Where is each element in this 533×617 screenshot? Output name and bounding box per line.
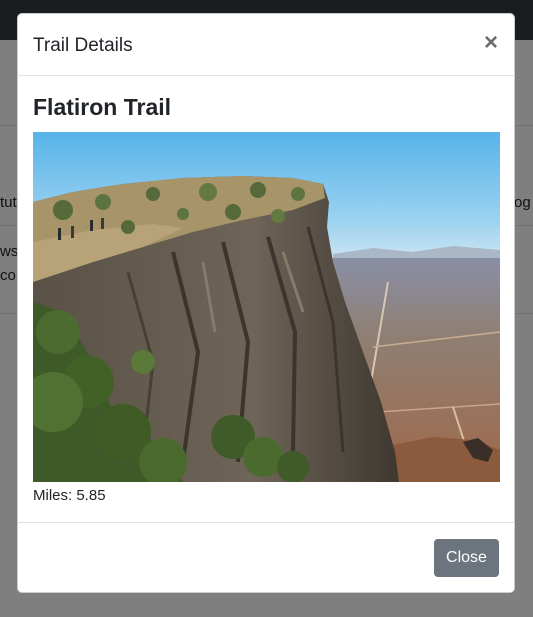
modal-title: Trail Details xyxy=(33,35,133,56)
close-button[interactable]: Close xyxy=(434,539,499,577)
modal-footer: Close xyxy=(18,522,514,592)
close-icon[interactable]: × xyxy=(484,30,498,56)
trail-name: Flatiron Trail xyxy=(33,94,172,120)
modal-header: Trail Details × xyxy=(18,14,514,76)
trail-photo xyxy=(33,132,500,482)
trail-details-modal: Trail Details × Flatiron Trail Miles: 5.… xyxy=(17,13,515,593)
trail-miles: Miles: 5.85 xyxy=(33,487,106,504)
